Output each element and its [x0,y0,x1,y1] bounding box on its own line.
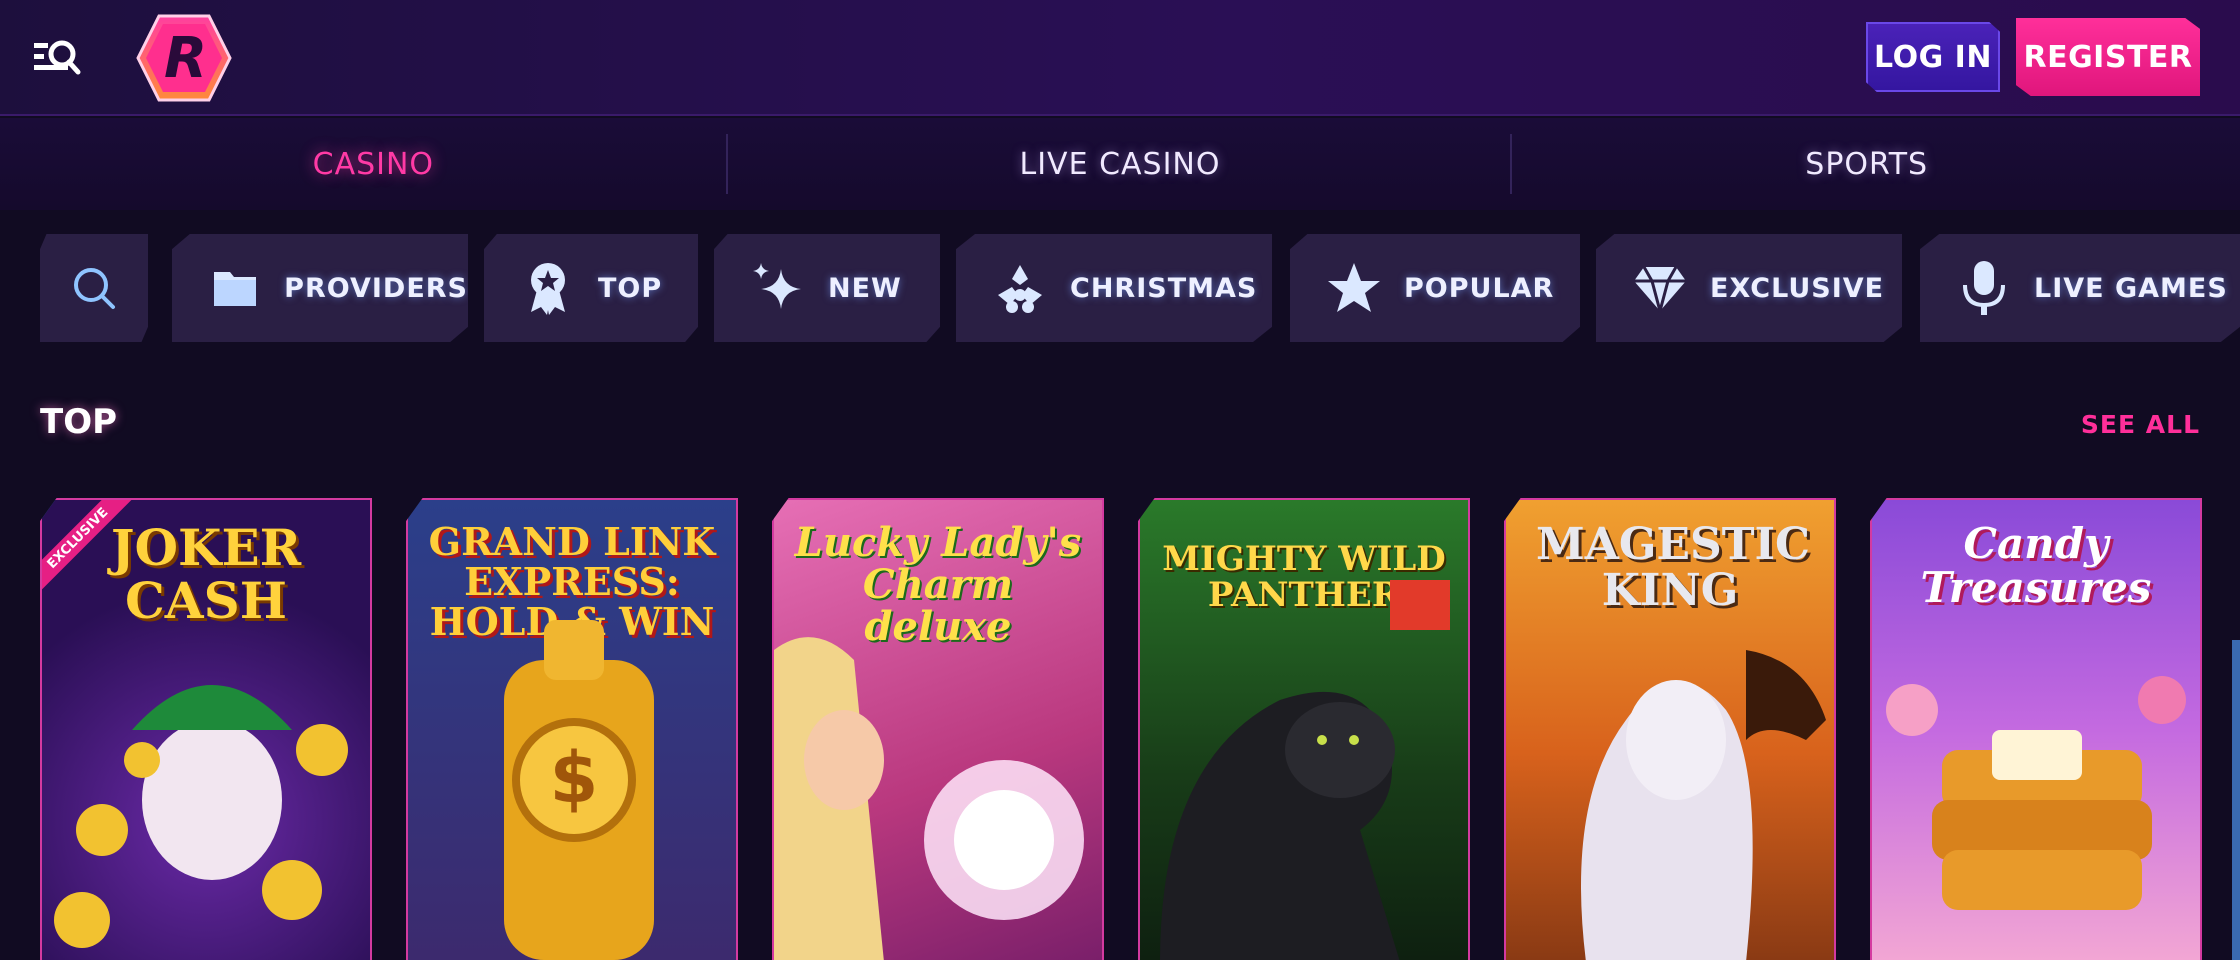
category-label: PROVIDERS [284,272,468,304]
category-new[interactable]: NEW [714,234,940,342]
game-art: $ [504,620,654,960]
search-icon [64,258,124,318]
menu-search-button[interactable] [30,34,84,80]
category-providers[interactable]: PROVIDERS [172,234,468,342]
award-icon [518,258,578,318]
diamond-icon [1630,258,1690,318]
game-art [774,637,1084,960]
category-label: LIVE GAMES [2034,272,2228,304]
category-label: TOP [598,272,663,304]
category-label: NEW [828,272,902,304]
category-label: CHRISTMAS [1070,272,1258,304]
game-card[interactable]: GRAND LINK EXPRESS: HOLD & WIN $ [406,498,738,960]
tab-live-casino[interactable]: LIVE CASINO [747,118,1494,210]
game-art [1160,580,1450,960]
section-title: TOP [40,402,118,442]
star-icon [1324,258,1384,318]
menu-search-icon [34,40,81,75]
category-label: EXCLUSIVE [1710,272,1885,304]
category-label: POPULAR [1404,272,1555,304]
game-card[interactable]: MIGHTY WILD PANTHER [1138,498,1470,960]
game-art [1886,676,2186,910]
game-art [1581,650,1826,960]
game-card-partial[interactable] [2232,640,2240,960]
see-all-link[interactable]: SEE ALL [2081,410,2200,439]
sparkles-icon [748,258,808,318]
game-card[interactable]: EXCLUSIVE JOKER CASH [40,498,372,960]
tab-divider [726,134,736,194]
category-search[interactable] [40,234,148,342]
game-card[interactable]: MAGESTIC KING [1504,498,1836,960]
category-popular[interactable]: POPULAR [1290,234,1580,342]
register-button[interactable]: REGISTER [2016,18,2200,96]
logo-letter: R [164,26,208,91]
category-christmas[interactable]: CHRISTMAS [956,234,1272,342]
category-bar: PROVIDERS TOP NEW CHRISTMAS POPULAR EXCL… [0,234,2240,342]
tab-casino[interactable]: CASINO [0,118,747,210]
category-top[interactable]: TOP [484,234,698,342]
login-button[interactable]: LOG IN [1866,22,2000,92]
folder-icon [206,258,264,318]
holly-icon [990,258,1050,318]
tab-sports[interactable]: SPORTS [1493,118,2240,210]
game-card[interactable]: Candy Treasures [1870,498,2202,960]
tab-divider [1510,134,1520,194]
game-art [54,685,348,948]
microphone-icon [1954,258,2014,318]
svg-text:$: $ [550,737,599,819]
game-card[interactable]: Lucky Lady's Charm deluxe [772,498,1104,960]
category-exclusive[interactable]: EXCLUSIVE [1596,234,1902,342]
category-live-games[interactable]: LIVE GAMES [1920,234,2240,342]
site-header: R LOG IN REGISTER [0,0,2240,116]
site-logo[interactable]: R [134,12,234,104]
main-nav: CASINO LIVE CASINO SPORTS [0,118,2240,210]
